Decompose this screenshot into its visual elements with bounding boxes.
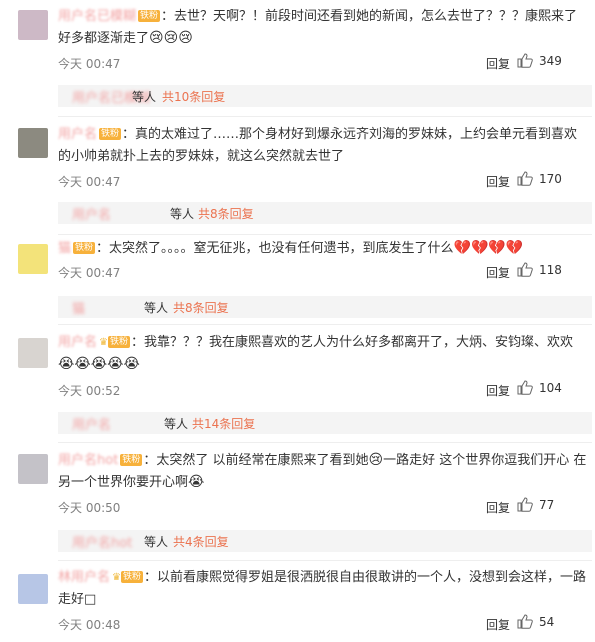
sub-reply-users: 猫 <box>72 302 86 317</box>
sub-reply-bar[interactable]: 用户名 等人 共8条回复 <box>58 202 592 224</box>
fan-badge: 铁粉 <box>73 242 96 254</box>
username[interactable]: 用户名 <box>58 335 97 350</box>
comment-time: 今天 00:50 <box>58 501 121 515</box>
view-replies-link[interactable]: 共4条回复 <box>173 533 229 550</box>
comment-body: 用户名 ♛ 铁粉 ：我靠？？？我在康熙喜欢的艺人为什么好多都离开了，大炳、安钧璨、欢欢… <box>58 332 588 376</box>
comment-time: 今天 00:47 <box>58 175 121 189</box>
sub-reply-bar[interactable]: 用户名hot 等人 共4条回复 <box>58 530 592 552</box>
avatar[interactable] <box>18 454 48 484</box>
comment-body: 用户名hot 铁粉 ：太突然了 以前经常在康熙来了看到她😢一路走好 这个世界你逗我们… <box>58 450 588 494</box>
cry-emoji-icon: 😭 <box>58 356 75 372</box>
avatar[interactable] <box>18 244 48 274</box>
sub-reply-who: 等人 <box>144 301 169 315</box>
broken-heart-icon: 💔 <box>453 240 471 256</box>
thumbs-up-icon <box>517 53 533 68</box>
comment-body: 用户名已模糊 铁粉 ：去世？天啊？！前段时间还看到她的新闻，怎么去世了？？？康熙来了… <box>58 6 588 50</box>
broken-heart-icon: 💔 <box>488 240 506 256</box>
comment-time: 今天 00:48 <box>58 618 121 632</box>
sub-reply-who: 等人 <box>144 535 169 549</box>
cry-emoji-icon: 😭 <box>74 356 91 372</box>
broken-heart-icon: 💔 <box>470 240 489 256</box>
vip-crown-icon: ♛ <box>112 572 121 583</box>
thumbs-up-icon <box>517 380 533 395</box>
vip-crown-icon: ♛ <box>99 337 108 348</box>
comment-text: ：我靠？？？我在康熙喜欢的艺人为什么好多都离开了，大炳、安钧璨、欢欢 <box>131 335 574 350</box>
sub-reply-users: 用户名hot <box>72 536 133 551</box>
reply-button[interactable]: 回复 <box>486 616 510 633</box>
fan-badge: 铁粉 <box>107 336 130 348</box>
like-count: 54 <box>539 615 555 629</box>
comment-body: 猫铁粉 ：太突然了。。。。窒无征兆，也没有任何遗书，到底发生了什么💔💔💔💔 <box>58 238 588 260</box>
view-replies-link[interactable]: 共14条回复 <box>192 415 255 432</box>
thumbs-up-icon <box>517 171 533 186</box>
sub-reply-bar[interactable]: 猫 等人 共8条回复 <box>58 296 592 318</box>
fan-badge: 铁粉 <box>120 571 143 583</box>
like-count: 77 <box>539 498 555 512</box>
like-button[interactable]: 104 <box>517 380 579 395</box>
fan-badge: 铁粉 <box>138 10 161 22</box>
cry-emoji-icon: 😭 <box>123 356 140 372</box>
sad-emoji-icon: 😢 <box>178 30 193 46</box>
view-replies-link[interactable]: 共8条回复 <box>173 299 229 316</box>
view-replies-link[interactable]: 共8条回复 <box>198 205 254 222</box>
comment-text: ：真的太难过了……那个身材好到爆永远齐刘海的罗妹妹，上约会单元看到喜欢的小帅弟就… <box>58 127 578 164</box>
avatar[interactable] <box>18 338 48 368</box>
comment-time: 今天 00:47 <box>58 57 121 71</box>
sub-reply-bar[interactable]: 用户名已模糊 等人 共10条回复 <box>58 85 592 107</box>
reply-button[interactable]: 回复 <box>486 264 510 281</box>
username[interactable]: 用户名已模糊 <box>58 9 136 24</box>
comment-body: 用户名 铁粉 ：真的太难过了……那个身材好到爆永远齐刘海的罗妹妹，上约会单元看到喜欢… <box>58 124 588 168</box>
sad-emoji-icon: 😢 <box>163 30 179 46</box>
sad-emoji-icon: 😢 <box>149 30 164 46</box>
like-count: 104 <box>539 381 562 395</box>
username[interactable]: 林用户名 <box>58 570 110 585</box>
like-count: 349 <box>539 54 562 68</box>
divider <box>58 442 592 443</box>
sub-reply-who: 等人 <box>170 207 195 221</box>
comment-text: ：太突然了 以前经常在康熙来了看到她 <box>143 453 369 468</box>
view-replies-link[interactable]: 共10条回复 <box>162 88 225 105</box>
reply-button[interactable]: 回复 <box>486 173 510 190</box>
thumbs-up-icon <box>517 614 533 629</box>
comment-text: ：太突然了。。。。窒无征兆，也没有任何遗书，到底发生了什么 <box>96 241 454 256</box>
cry-emoji-icon: 😭 <box>188 474 205 490</box>
cry-emoji-icon: 😭 <box>107 356 124 372</box>
sub-reply-users: 用户名 <box>72 418 112 433</box>
comment-time: 今天 00:47 <box>58 266 121 280</box>
broken-heart-icon: 💔 <box>505 240 524 256</box>
sub-reply-who: 等人 <box>132 90 157 104</box>
sad-emoji-icon: 😢 <box>368 452 384 468</box>
username[interactable]: 用户名 <box>58 127 97 142</box>
divider <box>58 116 592 117</box>
divider <box>58 324 592 325</box>
reply-button[interactable]: 回复 <box>486 55 510 72</box>
username[interactable]: 猫 <box>58 241 71 256</box>
like-button[interactable]: 170 <box>517 171 579 186</box>
fan-badge: 铁粉 <box>99 128 122 140</box>
comment-time: 今天 00:52 <box>58 384 121 398</box>
sub-reply-users: 用户名 <box>72 208 112 223</box>
avatar[interactable] <box>18 574 48 604</box>
like-count: 118 <box>539 263 562 277</box>
divider <box>58 234 592 235</box>
avatar[interactable] <box>18 10 48 40</box>
avatar[interactable] <box>18 128 48 158</box>
like-count: 170 <box>539 172 562 186</box>
sub-reply-bar[interactable]: 用户名 等人 共14条回复 <box>58 412 592 434</box>
fan-badge: 铁粉 <box>120 454 143 466</box>
like-button[interactable]: 118 <box>517 262 579 277</box>
username[interactable]: 用户名hot <box>58 453 118 468</box>
thumbs-up-icon <box>517 262 533 277</box>
sub-reply-who: 等人 <box>164 417 189 431</box>
like-button[interactable]: 349 <box>517 53 579 68</box>
cry-emoji-icon: 😭 <box>90 356 108 372</box>
reply-button[interactable]: 回复 <box>486 382 510 399</box>
like-button[interactable]: 54 <box>517 614 579 629</box>
like-button[interactable]: 77 <box>517 497 579 512</box>
comment-body: 林用户名 ♛ 铁粉 ：以前看康熙觉得罗姐是很洒脱很自由很敢讲的一个人，没想到会这样，一… <box>58 567 588 611</box>
divider <box>58 560 592 561</box>
reply-button[interactable]: 回复 <box>486 499 510 516</box>
thumbs-up-icon <box>517 497 533 512</box>
